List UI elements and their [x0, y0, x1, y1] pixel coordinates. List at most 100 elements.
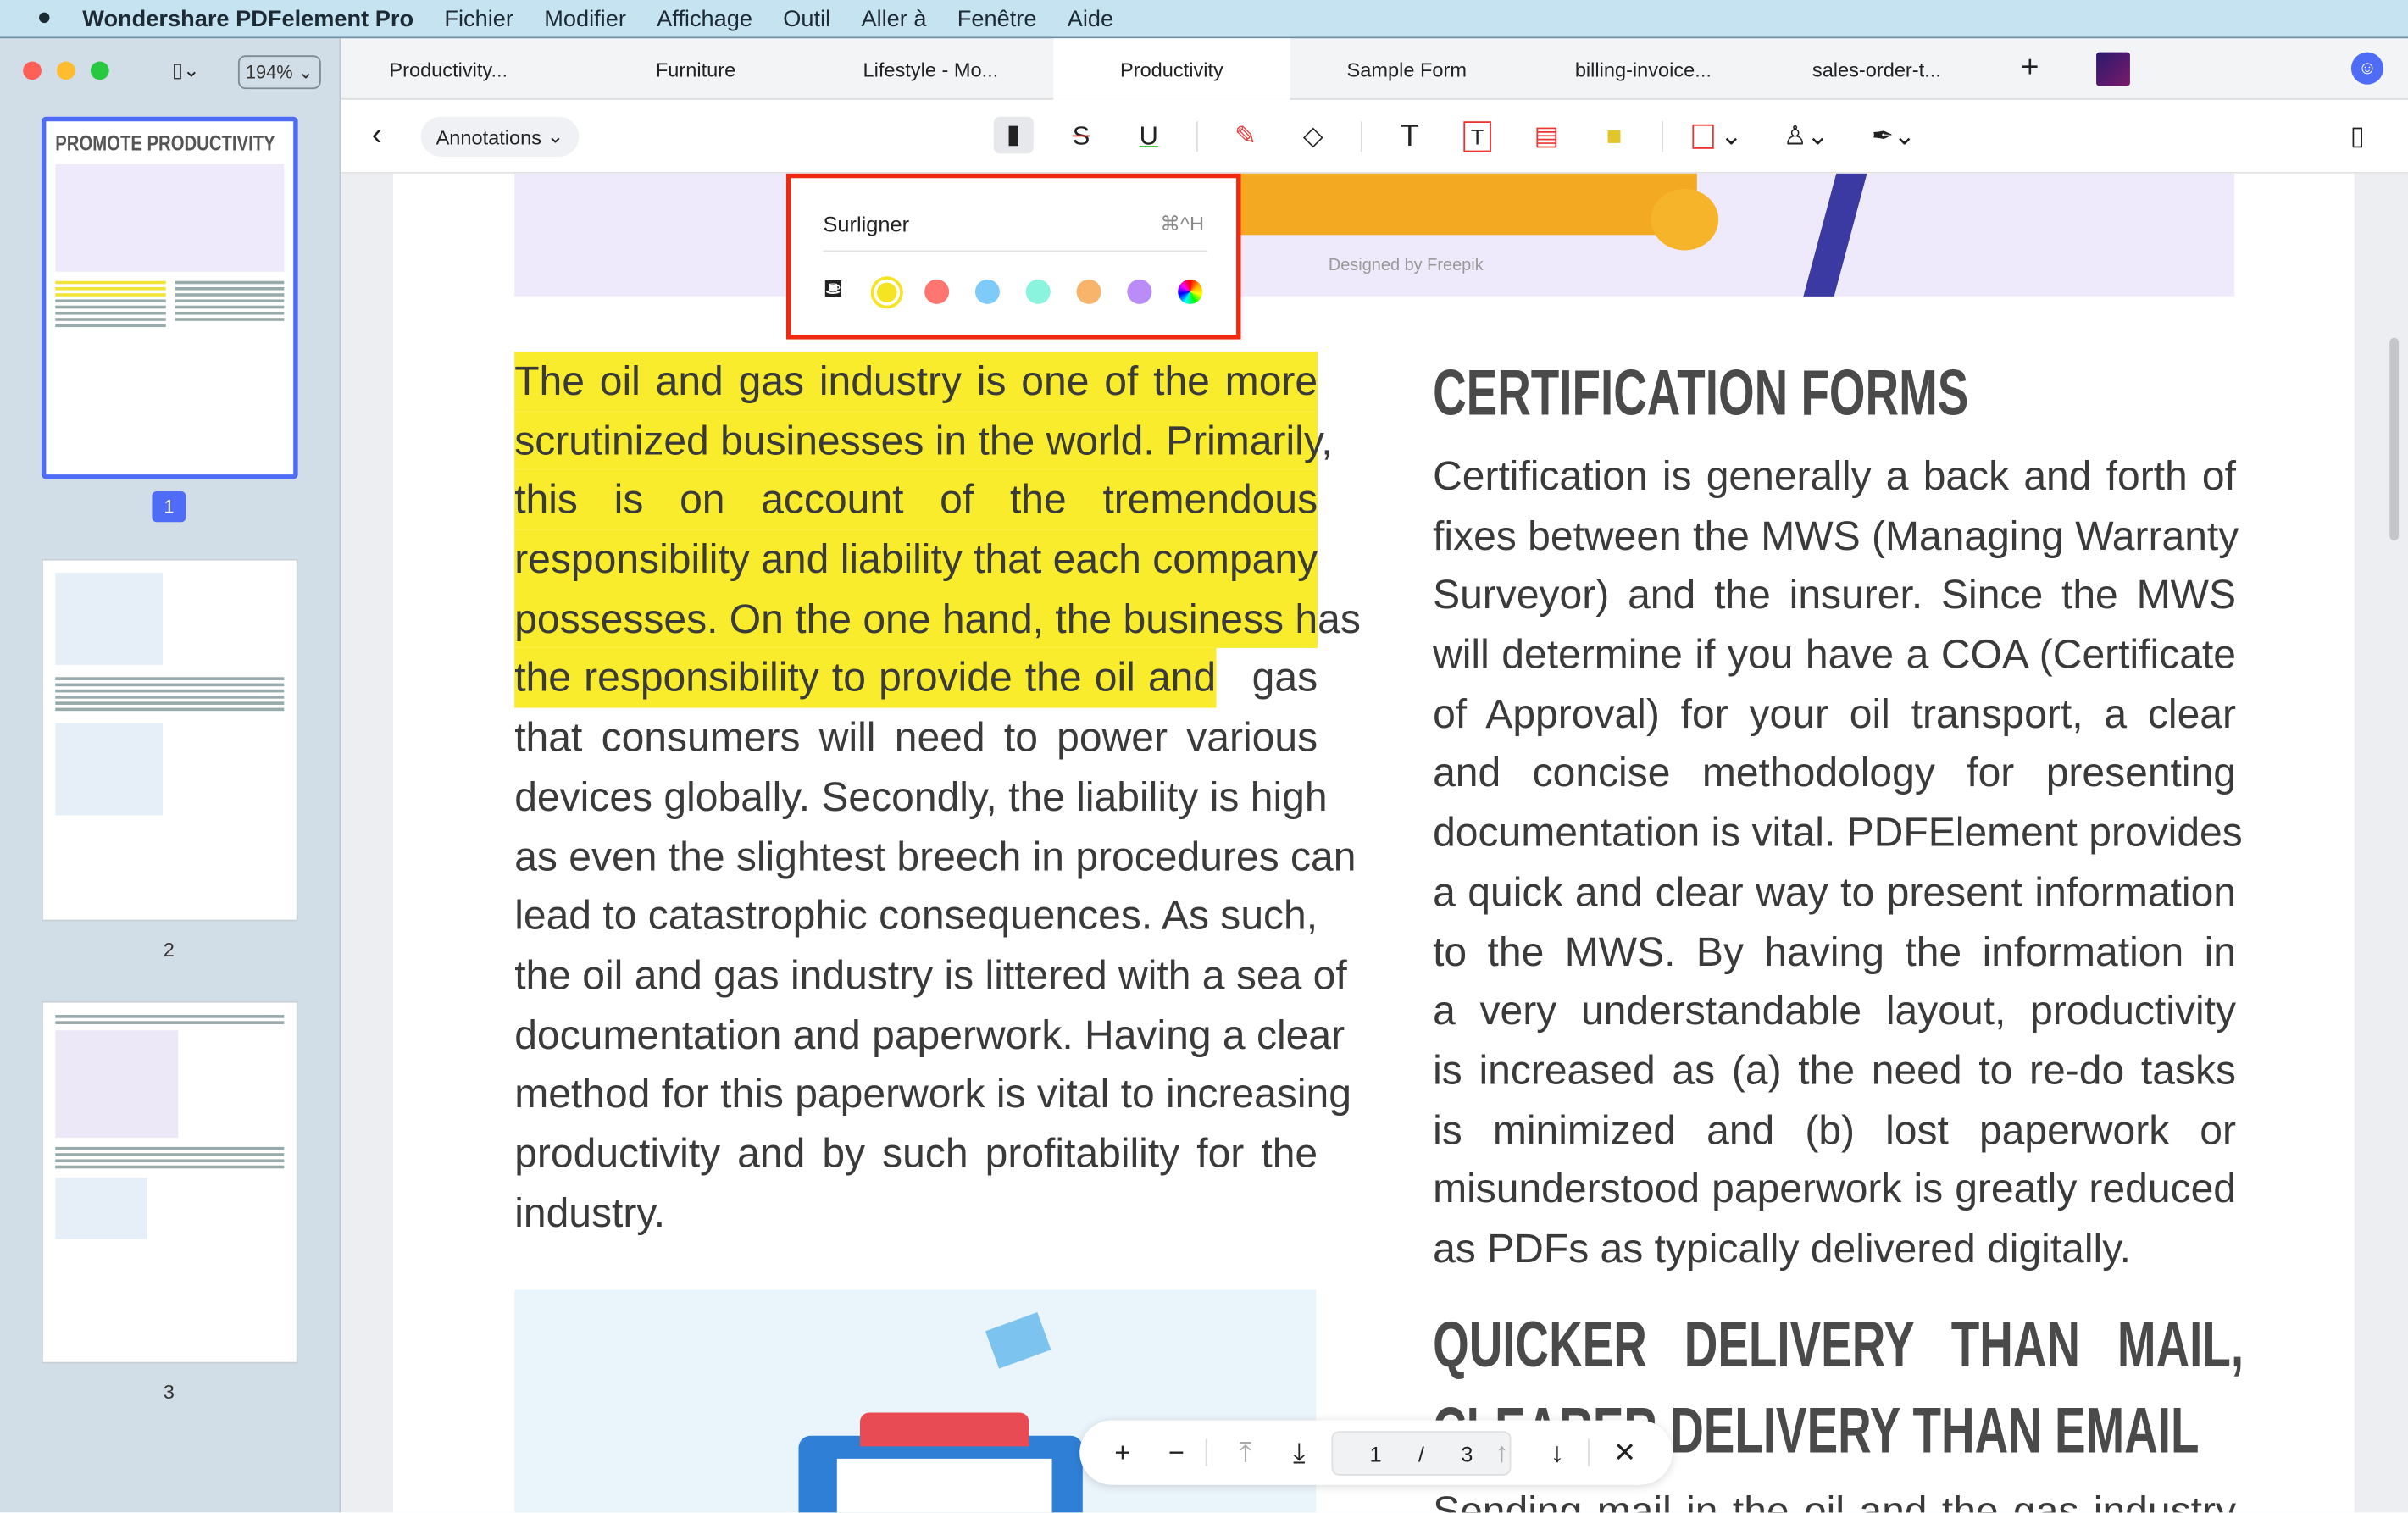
tab-billing-invoice[interactable]: billing-invoice... — [1536, 38, 1751, 100]
current-page: 1 — [1369, 1441, 1382, 1466]
right-panel-toggle-icon[interactable]: ▯ — [2338, 119, 2377, 156]
zoom-select[interactable]: 194% ⌄ — [237, 55, 321, 90]
text-line[interactable]: will determine if you have a COA (Certif… — [1433, 625, 2236, 684]
tab-sales-order[interactable]: sales-order-t... — [1769, 38, 1984, 100]
tab-sample-form[interactable]: Sample Form — [1299, 38, 1514, 100]
text-line[interactable]: documentation is vital. PDFElement provi… — [1433, 803, 2243, 862]
stamp-icon[interactable]: ♙⌄ — [1778, 119, 1834, 156]
text-line[interactable]: scrutinized businesses in the world. Pri… — [514, 411, 1333, 471]
text-line[interactable]: method for this paperwork is vital to in… — [514, 1065, 1351, 1124]
text-line[interactable]: as even the slightest breech in procedur… — [514, 827, 1356, 886]
text-line[interactable]: a quick and clear way to present informa… — [1433, 862, 2236, 922]
textbox-icon[interactable]: T — [1463, 121, 1491, 152]
text-line[interactable]: and concise methodology for presenting — [1433, 744, 2236, 803]
thumbnail-title: PROMOTE PRODUCTIVITY — [55, 130, 275, 156]
text-line[interactable]: The oil and gas industry is one of the m… — [514, 352, 1318, 412]
menu-modifier[interactable]: Modifier — [544, 5, 626, 31]
color-swatch-blue[interactable] — [974, 279, 1000, 304]
menu-fichier[interactable]: Fichier — [444, 5, 513, 31]
image-credit: Designed by Freepik — [1328, 256, 1484, 275]
menu-aller[interactable]: Aller à — [861, 5, 926, 31]
page-thumbnail-3[interactable] — [41, 1000, 298, 1364]
pen-icon[interactable]: ✒⌄ — [1866, 119, 1921, 156]
text-icon[interactable]: T — [1390, 119, 1429, 156]
minimize-window-button[interactable] — [57, 61, 75, 80]
strikethrough-icon[interactable]: S — [1061, 119, 1101, 156]
text-line-partial[interactable]: Sending mail in the oil and the gas indu… — [1433, 1482, 2236, 1512]
text-line[interactable]: Sending mail in the oil and the gas indu… — [1433, 1482, 2236, 1512]
sidebar-toggle-icon[interactable]: ▯⌄ — [172, 58, 200, 83]
marker-icon[interactable]: ✎ — [1225, 119, 1265, 156]
color-swatch-yellow[interactable] — [876, 282, 897, 303]
menu-outil[interactable]: Outil — [783, 5, 830, 31]
fill-bucket-icon[interactable]: ⛾ — [824, 274, 844, 305]
color-picker-icon[interactable] — [1178, 279, 1203, 304]
first-page-icon[interactable]: ⤒ — [1227, 1434, 1264, 1471]
color-swatch-purple[interactable] — [1127, 279, 1152, 304]
text-line[interactable]: Surveyor) and the insurer. Since the MWS — [1433, 566, 2236, 625]
page-separator: / — [1418, 1441, 1424, 1466]
zoom-in-icon[interactable]: + — [1104, 1434, 1141, 1471]
text-line[interactable]: that consumers will need to power variou… — [514, 708, 1318, 768]
tab-productivity-active[interactable]: Productivity — [1053, 38, 1290, 100]
tab-furniture[interactable]: Furniture — [588, 38, 803, 100]
text-fragment[interactable]: gas — [1252, 649, 1318, 708]
color-swatch-teal[interactable] — [1025, 279, 1051, 304]
underline-icon[interactable]: U — [1129, 119, 1168, 156]
text-line[interactable]: documentation and paperwork. Having a cl… — [514, 1005, 1345, 1064]
text-line[interactable]: as PDFs as typically delivered digitally… — [1433, 1219, 2236, 1278]
text-line[interactable]: the oil and gas industry is littered wit… — [514, 945, 1347, 1005]
text-line[interactable]: industry. — [514, 1183, 1318, 1243]
rectangle-icon[interactable]: ⌄ — [1689, 119, 1745, 156]
previous-page-icon[interactable]: ↑ — [1484, 1434, 1521, 1471]
left-column-text: The oil and gas industry is one of the m… — [514, 352, 1361, 1243]
callout-icon[interactable]: ▤ — [1527, 119, 1567, 156]
annotation-toolbar — [341, 99, 2408, 174]
user-avatar-icon[interactable]: ☺ — [2350, 52, 2383, 85]
next-page-icon[interactable]: ↓ — [1539, 1434, 1576, 1471]
highlight-icon[interactable]: ▮ — [993, 116, 1034, 154]
color-swatch-orange[interactable] — [1076, 279, 1101, 304]
text-line[interactable]: this is on account of the tremendous — [514, 470, 1318, 530]
menu-aide[interactable]: Aide — [1068, 5, 1113, 31]
vertical-scrollbar[interactable] — [2389, 337, 2400, 540]
text-line[interactable]: responsibility and liability that each c… — [514, 529, 1318, 590]
sticky-note-icon[interactable]: ■ — [1594, 119, 1634, 156]
text-line[interactable]: possesses. On the one hand, the business… — [514, 589, 1361, 649]
close-window-button[interactable] — [23, 61, 42, 80]
app-name[interactable]: Wondershare PDFelement Pro — [82, 5, 413, 31]
text-line[interactable]: is increased as (a) the need to re-do ta… — [1433, 1041, 2236, 1100]
text-line[interactable]: to the MWS. By having the information in — [1433, 922, 2236, 981]
menu-fenetre[interactable]: Fenêtre — [957, 5, 1037, 31]
text-line[interactable]: a very understandable layout, productivi… — [1433, 982, 2236, 1041]
text-line[interactable]: productivity and by such profitability f… — [514, 1124, 1318, 1183]
menu-affichage[interactable]: Affichage — [657, 5, 752, 31]
zoom-window-button[interactable] — [90, 61, 109, 80]
text-line[interactable]: is minimized and (b) lost paperwork or — [1433, 1100, 2236, 1160]
text-line[interactable]: Certification is generally a back and fo… — [1433, 446, 2236, 506]
last-page-icon[interactable]: ⤓ — [1281, 1434, 1318, 1471]
tab-lifestyle[interactable]: Lifestyle - Mo... — [824, 38, 1039, 100]
page-thumbnail-1[interactable]: PROMOTE PRODUCTIVITY — [41, 116, 298, 479]
text-line[interactable]: the responsibility to provide the oil an… — [514, 648, 1318, 708]
text-line[interactable]: misunderstood paperwork is greatly reduc… — [1433, 1160, 2236, 1219]
highlighted-text[interactable]: the responsibility to provide the oil an… — [514, 648, 1217, 708]
total-pages: 3 — [1461, 1441, 1473, 1466]
app-logo-icon[interactable] — [2096, 52, 2130, 86]
zoom-out-icon[interactable]: − — [1158, 1434, 1196, 1471]
menu-bar: ● Wondershare PDFelement Pro Fichier Mod… — [0, 0, 2408, 39]
new-tab-button[interactable]: + — [2021, 51, 2039, 86]
back-icon[interactable]: ‹ — [372, 119, 382, 154]
annotations-mode-select[interactable]: Annotations ⌄ — [420, 116, 580, 157]
page-thumbnail-2[interactable] — [41, 558, 298, 922]
apple-icon[interactable]: ● — [37, 4, 53, 32]
text-line[interactable]: lead to catastrophic consequences. As su… — [514, 886, 1318, 945]
tab-productivity-1[interactable]: Productivity... — [341, 38, 556, 100]
eraser-icon[interactable]: ◇ — [1293, 119, 1333, 156]
text-line[interactable]: devices globally. Secondly, the liabilit… — [514, 768, 1327, 827]
color-swatch-red[interactable] — [924, 279, 950, 304]
close-icon[interactable]: ✕ — [1606, 1434, 1644, 1471]
text-line[interactable]: of Approval) for your oil transport, a c… — [1433, 684, 2236, 744]
text-line[interactable]: fixes between the MWS (Managing Warranty — [1433, 507, 2239, 566]
divider — [823, 250, 1207, 252]
